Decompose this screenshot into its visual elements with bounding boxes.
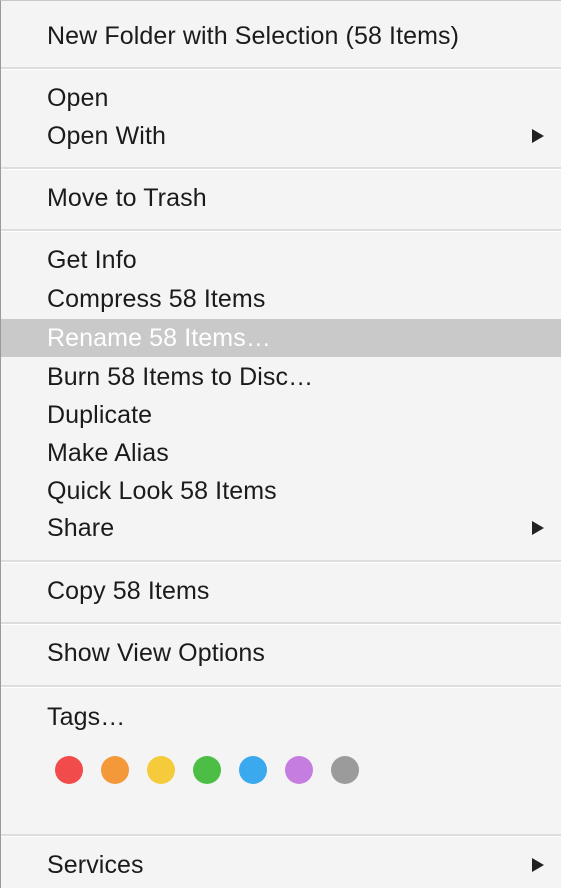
tag-color-row (55, 756, 377, 784)
finder-context-menu: New Folder with Selection (58 Items) Ope… (0, 0, 561, 888)
tag-green-dot[interactable] (193, 756, 221, 784)
menu-item-label: Burn 58 Items to Disc… (47, 362, 314, 391)
menu-item-label: Make Alias (47, 438, 169, 467)
menu-item-services[interactable]: Services (1, 846, 561, 884)
menu-item-new-folder-with-selection[interactable]: New Folder with Selection (58 Items) (1, 17, 561, 55)
menu-item-label: Copy 58 Items (47, 576, 210, 605)
menu-item-label: Quick Look 58 Items (47, 476, 277, 505)
menu-item-tags[interactable]: Tags… (1, 698, 561, 736)
menu-item-label: Open With (47, 121, 167, 150)
menu-item-move-to-trash[interactable]: Move to Trash (1, 179, 561, 217)
menu-item-label: Show View Options (47, 638, 266, 667)
menu-item-label: Services (47, 850, 144, 879)
menu-item-compress[interactable]: Compress 58 Items (1, 280, 561, 318)
menu-item-label: Duplicate (47, 400, 153, 429)
menu-item-open[interactable]: Open (1, 79, 561, 117)
menu-separator (1, 560, 561, 563)
menu-item-label: Share (47, 513, 115, 542)
menu-item-duplicate[interactable]: Duplicate (1, 396, 561, 434)
tag-orange-dot[interactable] (101, 756, 129, 784)
menu-item-copy[interactable]: Copy 58 Items (1, 572, 561, 610)
tag-red-dot[interactable] (55, 756, 83, 784)
menu-separator (1, 67, 561, 70)
menu-item-show-view-options[interactable]: Show View Options (1, 634, 561, 672)
menu-item-label: Open (47, 83, 109, 112)
submenu-arrow-icon (532, 521, 544, 535)
menu-separator (1, 229, 561, 232)
menu-item-share[interactable]: Share (1, 509, 561, 547)
menu-separator (1, 622, 561, 625)
menu-separator (1, 834, 561, 837)
submenu-arrow-icon (532, 129, 544, 143)
menu-item-burn-to-disc[interactable]: Burn 58 Items to Disc… (1, 358, 561, 396)
submenu-arrow-icon (532, 858, 544, 872)
menu-item-rename[interactable]: Rename 58 Items… (1, 319, 561, 357)
menu-item-label: Tags… (47, 702, 126, 731)
menu-item-open-with[interactable]: Open With (1, 117, 561, 155)
tag-yellow-dot[interactable] (147, 756, 175, 784)
tag-blue-dot[interactable] (239, 756, 267, 784)
menu-item-get-info[interactable]: Get Info (1, 241, 561, 279)
menu-item-label: Compress 58 Items (47, 284, 266, 313)
menu-separator (1, 167, 561, 170)
menu-separator (1, 685, 561, 688)
menu-item-label: Move to Trash (47, 183, 207, 212)
menu-item-make-alias[interactable]: Make Alias (1, 434, 561, 472)
tag-gray-dot[interactable] (331, 756, 359, 784)
menu-item-label: New Folder with Selection (58 Items) (47, 21, 460, 50)
menu-item-quick-look[interactable]: Quick Look 58 Items (1, 472, 561, 510)
menu-item-label: Rename 58 Items… (47, 323, 271, 352)
menu-item-label: Get Info (47, 245, 137, 274)
tag-purple-dot[interactable] (285, 756, 313, 784)
